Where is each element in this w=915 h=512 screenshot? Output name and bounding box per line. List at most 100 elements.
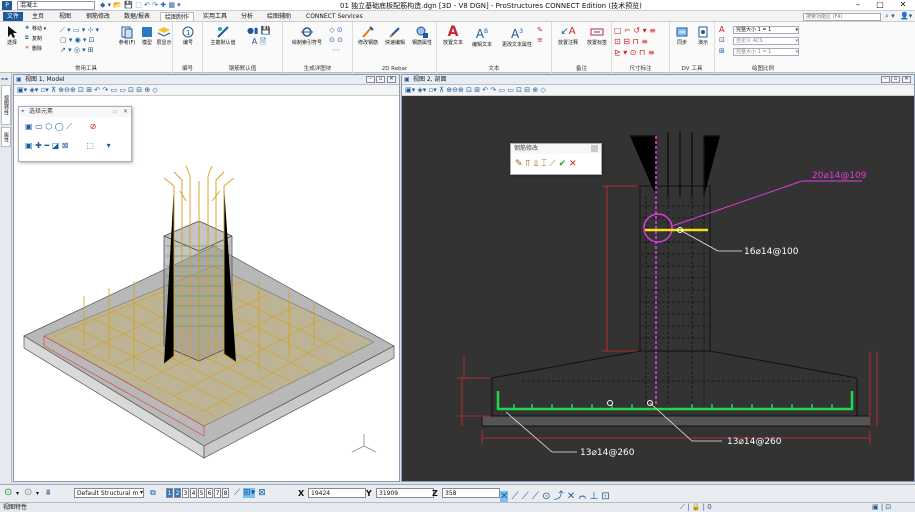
- view-button-4[interactable]: 4: [190, 488, 197, 498]
- layer-display-button[interactable]: 层显示: [156, 25, 172, 46]
- accudraw-icons[interactable]: ⟋ ⊞▾ ⊠: [234, 488, 266, 498]
- tab-drawing[interactable]: 绘图制作: [160, 12, 195, 21]
- tab-analysis[interactable]: 分析: [237, 12, 257, 21]
- annotation-20-bars[interactable]: 20⌀14@109: [812, 171, 867, 181]
- edit-text-button[interactable]: AB 编辑文本: [468, 25, 496, 48]
- snap-mode-icons[interactable]: ✕ ⟋ ⟋ ⟋ ⊙ ⤴ ✕ ⌒ ⊥ ⊡: [500, 487, 610, 502]
- chevron-down-icon[interactable]: ▾: [36, 490, 39, 497]
- search-input[interactable]: 搜索功能区 (F4): [803, 13, 881, 21]
- view-button-7[interactable]: 7: [214, 488, 221, 498]
- forward-icon[interactable]: ⊙: [24, 487, 32, 498]
- tab-view[interactable]: 视图: [55, 12, 75, 21]
- place-label-button[interactable]: 放置标签: [583, 25, 611, 46]
- view-button-3[interactable]: 3: [182, 488, 189, 498]
- selection-mode-icons[interactable]: ▣ ▭ ⬡ ◯ ⟋ ⊘: [25, 122, 96, 132]
- status-icons[interactable]: ⟋ | 🔒 | 0: [680, 503, 712, 512]
- delete-button[interactable]: ✕ 删除: [25, 45, 42, 52]
- tab-data-report[interactable]: 数据/报表: [120, 12, 154, 21]
- model-button[interactable]: 模型: [140, 25, 154, 46]
- scale-annotation-icon: A: [719, 25, 725, 34]
- place-note-button[interactable]: ↙A 放置注释: [554, 25, 582, 46]
- misc-tools[interactable]: ⟋ ▾ ▭ ▾ ⊹ ▾ ▢ ▾ ◉ ▾ ⊡ ↗ ▾ ◎ ▾ ⊞: [60, 25, 99, 55]
- annotation-13-bars-right[interactable]: 13⌀14@260: [727, 437, 782, 447]
- view-button-2[interactable]: 2: [174, 488, 181, 498]
- number-button[interactable]: 1 编号: [179, 25, 197, 46]
- search-icon[interactable]: ⌕ ▾: [885, 12, 895, 21]
- app-icon[interactable]: P: [2, 1, 12, 10]
- tab-drawing-aids[interactable]: 绘图辅助: [263, 12, 295, 21]
- chevron-down-icon[interactable]: ▾: [16, 490, 19, 497]
- tab-rebar-modify[interactable]: 钢筋修改: [82, 12, 114, 21]
- section-canvas[interactable]: 20⌀14@109 16⌀14@100 13⌀14@260 13⌀14@260: [402, 96, 914, 481]
- level-select[interactable]: Default Structural m: [74, 488, 144, 498]
- modify-rebar-button[interactable]: 修改钢筋: [355, 25, 381, 46]
- views-icon[interactable]: ⧉: [150, 488, 156, 498]
- drawing-scale-select[interactable]: 完整大小 1 = 1 ▾: [733, 48, 799, 56]
- copy-button[interactable]: ⧉ 复制: [25, 35, 42, 42]
- rebar-default-tools[interactable]: ●▮ 💾 A 🗎: [247, 25, 271, 47]
- panel-grip-icon[interactable]: [591, 145, 598, 152]
- view-2-section[interactable]: ▣ 视图 2, 剖面 – ▫ ✕ ▣▾ ◈▾ ▫▾ ⊼ ⊕⊖⊕ ⊡ ⊞ ↶ ↷ …: [401, 74, 915, 482]
- rebar-default-button[interactable]: 主筋默认值: [206, 25, 240, 46]
- acs-select[interactable]: 自定义 ACS ▾: [733, 37, 799, 45]
- view-tools-icons[interactable]: ▣▾ ◈▾ ▫▾ ⊼ ⊕⊖⊕ ⊡ ⊞ ↶ ↷ ▭ ▭ ⊡ ⊟ ⊕ ◇: [405, 86, 546, 94]
- change-text-property-button[interactable]: A3 更改文本属性: [499, 25, 535, 48]
- view-button-1[interactable]: 1: [166, 488, 173, 498]
- back-icon[interactable]: ⊙: [4, 487, 12, 498]
- view-restore-button[interactable]: ▫: [891, 76, 900, 83]
- quick-edit-button[interactable]: 快速编辑: [382, 25, 408, 46]
- select-elements-panel[interactable]: ⌖ 选择元素 ▫ ✕ ▣ ▭ ⬡ ◯ ⟋ ⊘ ▣ ✚ ━ ◪ ⊠ ⬚ ▾: [18, 106, 132, 162]
- snap-active-icon[interactable]: ✕: [500, 491, 509, 502]
- panel-close-icon[interactable]: ✕: [123, 107, 128, 117]
- tab-utilities[interactable]: 实用工具: [199, 12, 231, 21]
- view-button-6[interactable]: 6: [206, 488, 213, 498]
- draw-tag-button[interactable]: 绘制索引符号: [287, 25, 327, 46]
- pin-icon[interactable]: ⊶: [1, 75, 8, 83]
- y-input[interactable]: 31909: [376, 488, 434, 498]
- quick-access-toolbar[interactable]: ◆ ▾ 📂 💾 ⬚ ↶ ↷ ✚ ▦ ▾: [100, 1, 181, 9]
- view-tools-icons[interactable]: ▣▾ ◈▾ ▫▾ ⊼ ⊕⊖⊕ ⊡ ⊞ ↶ ↷ ▭ ▭ ⊡ ⊟ ⊕ ◇: [17, 86, 158, 94]
- panel-restore-icon[interactable]: ▫: [113, 107, 117, 117]
- rebar-modify-panel[interactable]: 钢筋修改 ✎ ⫪ ⫫ ⌶ ⟋ ✔ ✕: [510, 143, 602, 175]
- view-close-button[interactable]: ✕: [387, 76, 396, 83]
- view-minimize-button[interactable]: –: [881, 76, 890, 83]
- select-button[interactable]: 选择: [4, 25, 20, 46]
- references-button[interactable]: 参考(F): [118, 25, 136, 46]
- tab-home[interactable]: 主页: [28, 12, 48, 21]
- z-input[interactable]: 358: [442, 488, 500, 498]
- status-right-icons[interactable]: ▣ | ⊡: [872, 503, 891, 512]
- tab-connect-services[interactable]: CONNECT Services: [302, 12, 367, 21]
- view-1-toolbar[interactable]: ▣▾ ◈▾ ▫▾ ⊼ ⊕⊖⊕ ⊡ ⊞ ↶ ↷ ▭ ▭ ⊡ ⊟ ⊕ ◇: [14, 85, 399, 96]
- tab-view-properties[interactable]: 视图特性: [1, 85, 11, 125]
- user-icon[interactable]: 👤▾: [900, 12, 912, 20]
- annotation-scale-select[interactable]: 完整大小 1 = 1 ▾: [733, 26, 799, 34]
- demo-button[interactable]: 演示: [693, 25, 713, 46]
- clear-selection-icon[interactable]: ⊘: [90, 122, 97, 131]
- maximize-button[interactable]: □: [870, 0, 890, 11]
- chevron-down-icon[interactable]: ▾: [140, 489, 143, 496]
- dimension-tools[interactable]: □ ⌐ ↺ ▾ ≡ ⊡ ⊟ ⊓ ≡ ⊵ ▾ ⊙ ⊓ ≡: [614, 25, 656, 58]
- annotation-13-bars-left[interactable]: 13⌀14@260: [580, 448, 635, 458]
- selection-op-icons[interactable]: ▣ ✚ ━ ◪ ⊠ ⬚ ▾: [25, 141, 111, 150]
- rebar-panel-tools[interactable]: ✎ ⫪ ⫫ ⌶ ⟋ ✔ ✕: [515, 159, 577, 169]
- tab-properties[interactable]: 属性: [1, 127, 11, 147]
- text-more-tools[interactable]: ✎ ≡: [537, 25, 543, 45]
- x-input[interactable]: 19424: [308, 488, 366, 498]
- view-2-toolbar[interactable]: ▣▾ ◈▾ ▫▾ ⊼ ⊕⊖⊕ ⊡ ⊞ ↶ ↷ ▭ ▭ ⊡ ⊟ ⊕ ◇: [402, 85, 914, 96]
- view-minimize-button[interactable]: –: [366, 76, 375, 83]
- view-close-button[interactable]: ✕: [902, 76, 911, 83]
- view-button-8[interactable]: 8: [222, 488, 229, 498]
- workset-select[interactable]: 混凝土: [17, 1, 95, 10]
- view-button-5[interactable]: 5: [198, 488, 205, 498]
- view-1-model[interactable]: ▣ 视图 1, Model – ▫ ✕ ▣▾ ◈▾ ▫▾ ⊼ ⊕⊖⊕ ⊡ ⊞ ↶…: [13, 74, 400, 482]
- annotation-16-bars[interactable]: 16⌀14@100: [744, 247, 799, 257]
- tab-file[interactable]: 文件: [3, 12, 24, 21]
- place-text-button[interactable]: A 放置文本: [439, 25, 467, 46]
- sync-button[interactable]: 同步: [672, 25, 692, 46]
- minimize-button[interactable]: –: [848, 0, 868, 11]
- rebar-property-button[interactable]: 钢筋属性: [409, 25, 435, 46]
- view-restore-button[interactable]: ▫: [376, 76, 385, 83]
- move-button[interactable]: ✥ 移动 ▾: [25, 25, 46, 32]
- detail-block-tools[interactable]: ◇ ⊙ ⊙ ⊙ ⋯: [329, 25, 343, 55]
- close-button[interactable]: ✕: [893, 0, 913, 11]
